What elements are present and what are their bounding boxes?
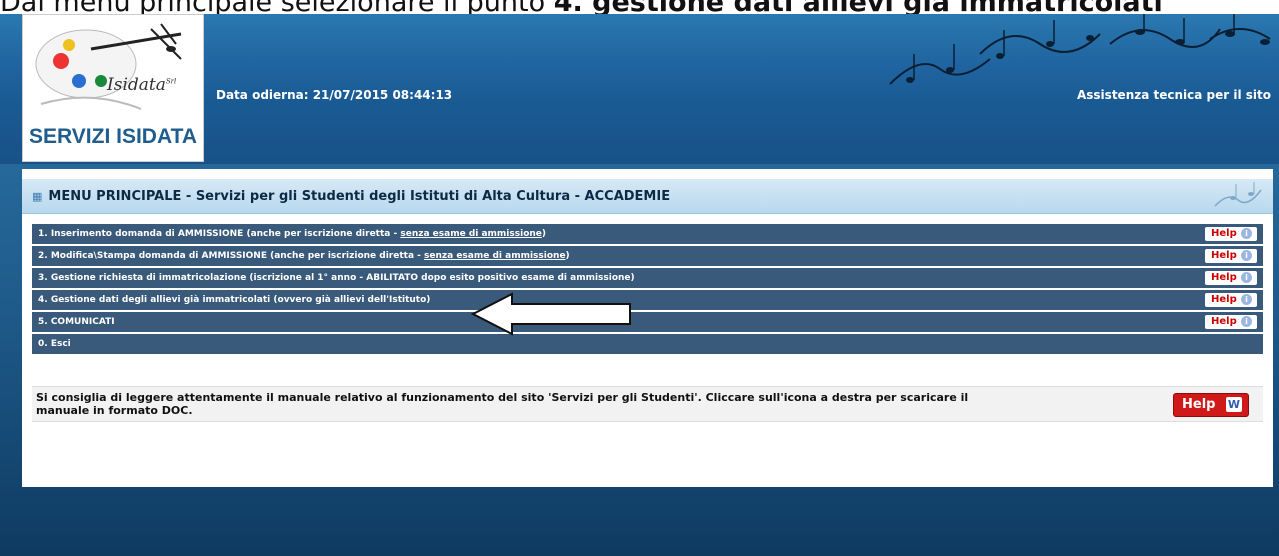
help-button[interactable]: Help i — [1205, 249, 1257, 263]
menu-item-label: 3. Gestione richiesta di immatricolazion… — [38, 273, 635, 283]
menu-item-4[interactable]: 4. Gestione dati degli allievi già immat… — [32, 290, 1263, 310]
logo-sub: Srl — [165, 77, 177, 86]
help-doc-label: Help — [1182, 397, 1216, 412]
download-manual-button[interactable]: Help W — [1173, 393, 1249, 417]
help-label: Help — [1211, 272, 1237, 283]
info-icon: i — [1241, 316, 1252, 327]
help-label: Help — [1211, 250, 1237, 261]
info-icon: i — [1241, 228, 1252, 239]
info-icon: i — [1241, 250, 1252, 261]
help-button[interactable]: Help i — [1205, 293, 1257, 307]
menu-item-2[interactable]: 2. Modifica\Stampa domanda di AMMISSIONE… — [32, 246, 1263, 266]
menu-item-3[interactable]: 3. Gestione richiesta di immatricolazion… — [32, 268, 1263, 288]
logo-caption: SERVIZI ISIDATA — [28, 125, 198, 148]
current-date: Data odierna: 21/07/2015 08:44:13 — [216, 88, 452, 102]
logo-word: Isidata — [107, 75, 166, 95]
menu-item-0-exit[interactable]: 0. Esci — [32, 334, 1263, 354]
menu-item-label: 4. Gestione dati degli allievi già immat… — [38, 295, 431, 305]
menu-item-label: 5. COMUNICATI — [38, 317, 115, 327]
grid-bullet-icon: ▦ — [32, 190, 43, 203]
menu-title-text: MENU PRINCIPALE - Servizi per gli Studen… — [48, 189, 671, 204]
help-button[interactable]: Help i — [1205, 227, 1257, 241]
help-label: Help — [1211, 316, 1237, 327]
menu-item-label: 0. Esci — [38, 339, 71, 349]
menu-item-label: 1. Inserimento domanda di AMMISSIONE (an… — [38, 229, 401, 239]
menu-item-5[interactable]: 5. COMUNICATI Help i — [32, 312, 1263, 332]
menu-item-tail: ) — [565, 251, 570, 261]
help-label: Help — [1211, 228, 1237, 239]
info-icon: i — [1241, 294, 1252, 305]
pointer-arrow-icon — [470, 292, 631, 336]
menu-item-label: 2. Modifica\Stampa domanda di AMMISSIONE… — [38, 251, 425, 261]
menu-item-link[interactable]: senza esame di ammissione — [424, 251, 566, 261]
info-icon: i — [1241, 272, 1252, 283]
logo-wordmark: IsidataSrl — [107, 75, 176, 95]
date-value: 21/07/2015 08:44:13 — [312, 88, 453, 102]
menu-item-link[interactable]: senza esame di ammissione — [400, 229, 542, 239]
site-header: IsidataSrl SERVIZI ISIDATA Data odierna:… — [0, 14, 1279, 164]
date-label: Data odierna: — [216, 88, 309, 102]
technical-support-link[interactable]: Assistenza tecnica per il sito — [1077, 88, 1271, 102]
page-background: IsidataSrl SERVIZI ISIDATA Data odierna:… — [0, 14, 1279, 556]
menu-item-1[interactable]: 1. Inserimento domanda di AMMISSIONE (an… — [32, 224, 1263, 244]
menu-title-bar: ▦ MENU PRINCIPALE - Servizi per gli Stude… — [22, 179, 1273, 214]
palette-logo-icon — [35, 23, 182, 110]
menu-title: ▦ MENU PRINCIPALE - Servizi per gli Stude… — [32, 189, 670, 204]
help-button[interactable]: Help i — [1205, 315, 1257, 329]
menu-item-tail: ) — [541, 229, 547, 239]
music-notes-decoration — [889, 14, 1271, 85]
main-menu: 1. Inserimento domanda di AMMISSIONE (an… — [32, 224, 1263, 356]
main-panel: ▦ MENU PRINCIPALE - Servizi per gli Stude… — [22, 169, 1273, 487]
advice-text: Si consiglia di leggere attentamente il … — [36, 391, 969, 417]
help-button[interactable]: Help i — [1205, 271, 1257, 285]
manual-advice-box: Si consiglia di leggere attentamente il … — [32, 386, 1263, 422]
music-notes-icon — [1214, 182, 1262, 207]
isidata-logo: IsidataSrl SERVIZI ISIDATA — [22, 14, 204, 162]
help-label: Help — [1211, 294, 1237, 305]
word-doc-icon: W — [1226, 397, 1242, 412]
